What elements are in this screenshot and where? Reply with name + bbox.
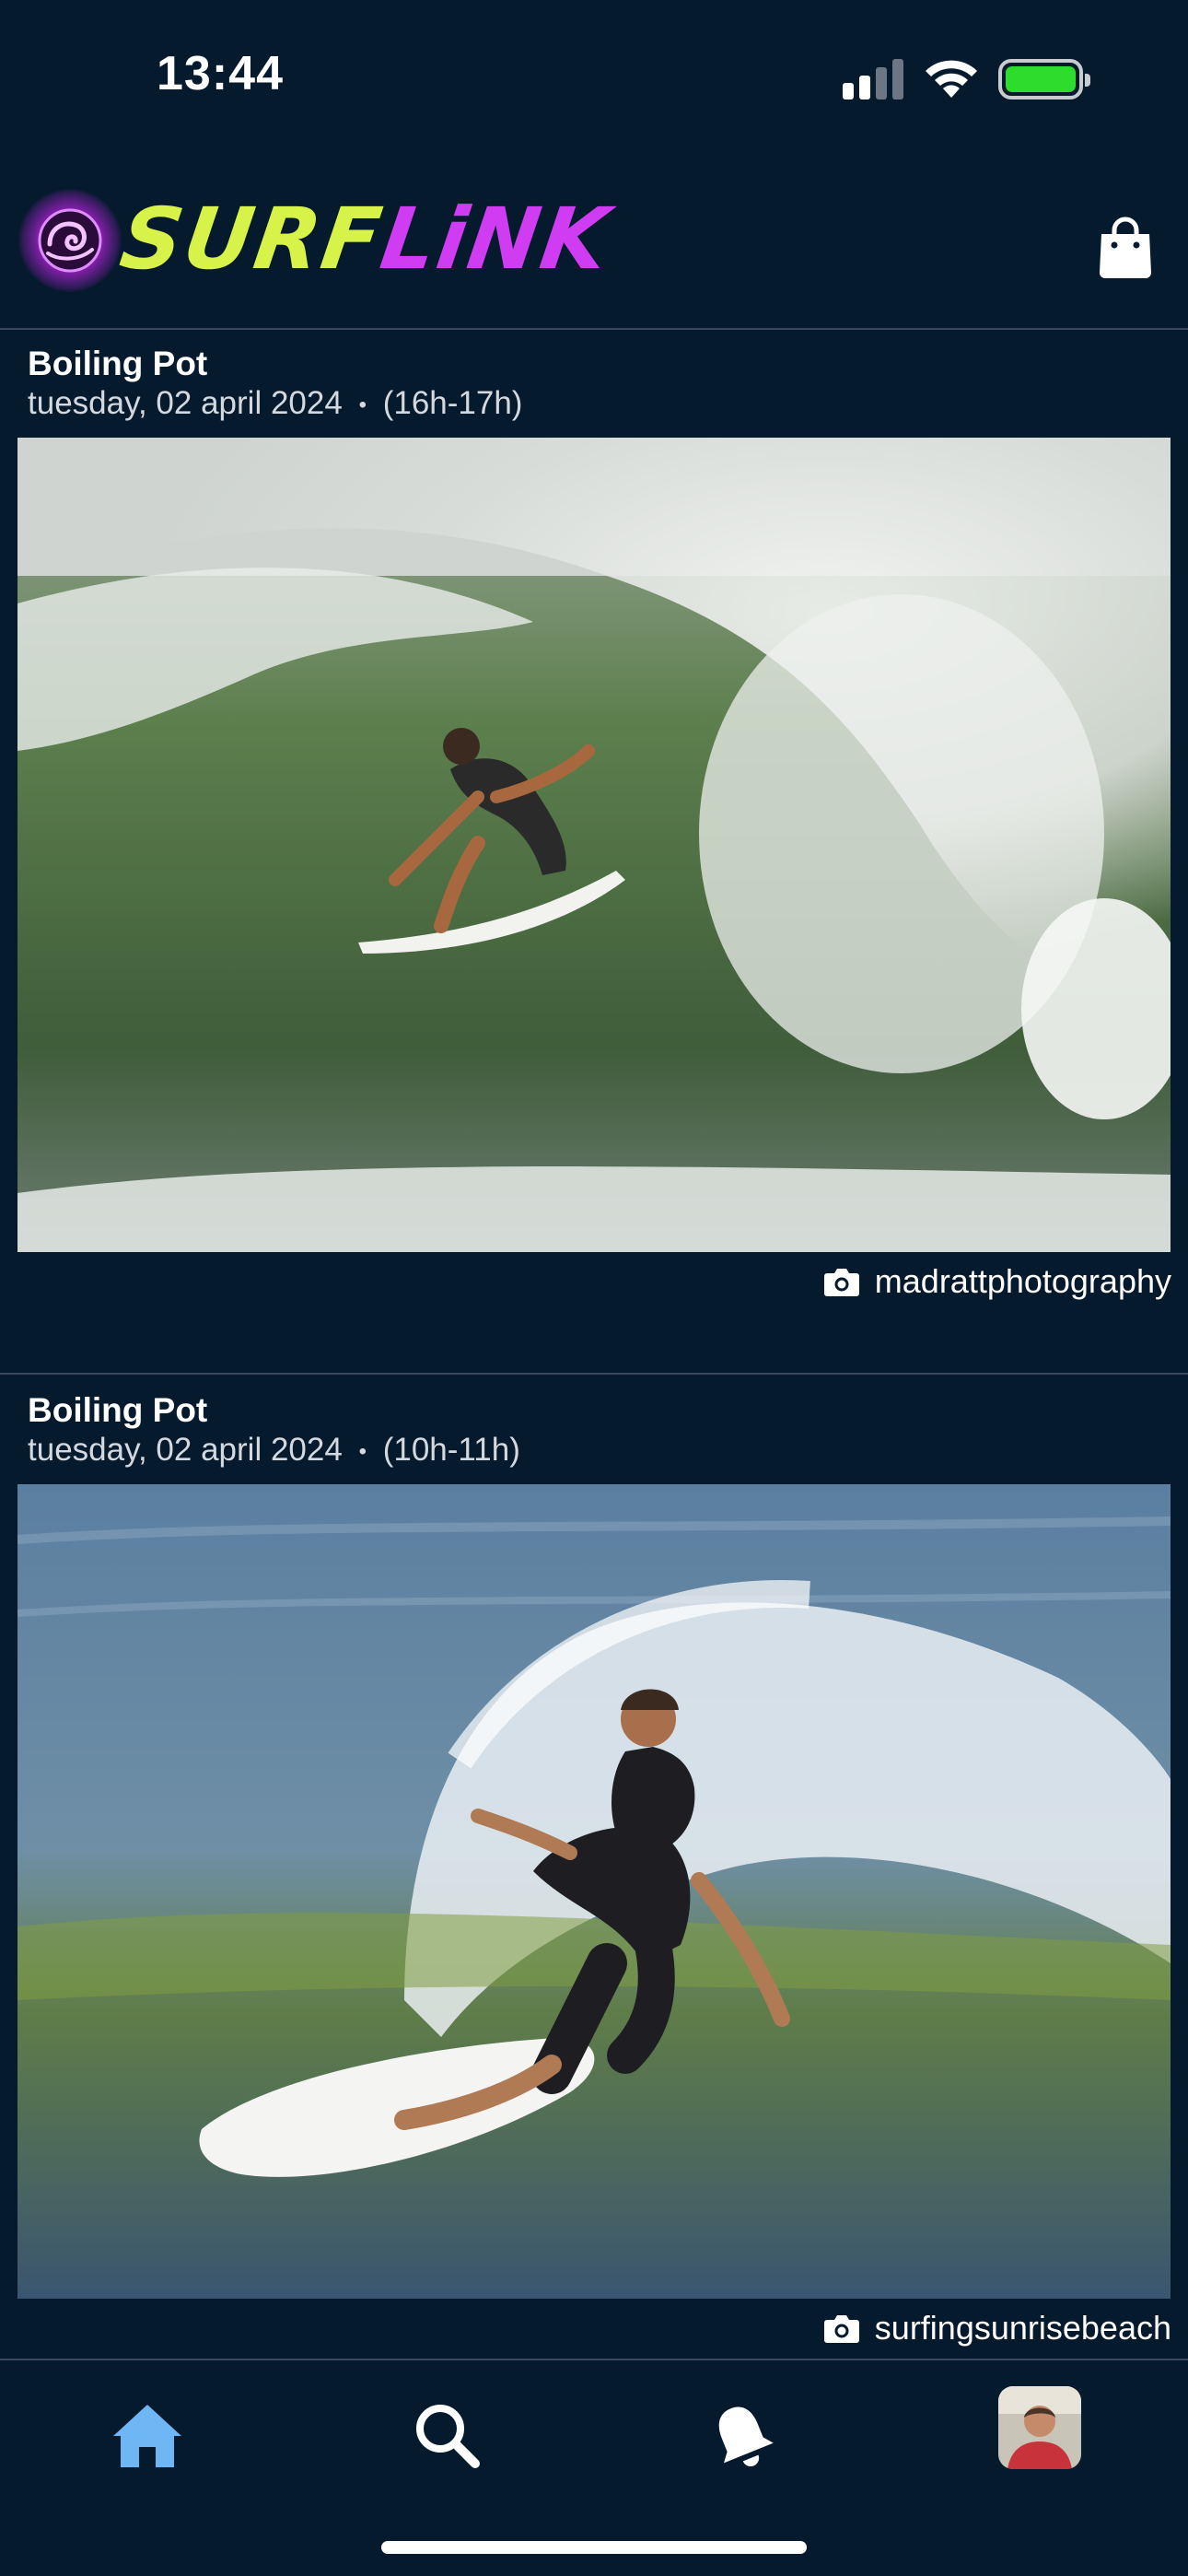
battery-icon: [998, 59, 1090, 100]
status-bar: 13:44: [0, 0, 1188, 157]
surfer-carving-photo[interactable]: [17, 1484, 1171, 2299]
app-header: SURFLiNK: [0, 166, 1188, 330]
wordmark-link: LiNK: [375, 190, 616, 288]
camera-icon: [823, 2315, 859, 2343]
separator-dot: •: [358, 392, 367, 417]
photographer-name: madrattphotography: [874, 1262, 1171, 1300]
profile-avatar[interactable]: [998, 2386, 1081, 2469]
surflink-logo-icon[interactable]: [18, 189, 122, 292]
post-date: tuesday, 02 april 2024: [28, 385, 343, 421]
post-card[interactable]: Boiling Pot tuesday, 02 april 2024 • (16…: [0, 332, 1188, 1373]
shopping-bag-icon[interactable]: [1096, 214, 1155, 280]
post-spot-name: Boiling Pot: [28, 1391, 208, 1429]
photographer-name: surfingsunrisebeach: [874, 2309, 1171, 2347]
post-divider: [0, 1373, 1188, 1375]
post-session-time: (16h-17h): [382, 385, 523, 421]
wifi-icon: [926, 60, 977, 98]
post-session-time: (10h-11h): [382, 1432, 520, 1468]
notifications-bell-icon[interactable]: [700, 2394, 783, 2476]
surflink-wordmark: SURFLiNK: [114, 190, 616, 288]
post-card[interactable]: Boiling Pot tuesday, 02 april 2024 • (10…: [0, 1378, 1188, 2359]
status-time: 13:44: [157, 47, 284, 100]
post-spot-name: Boiling Pot: [28, 345, 208, 382]
surfer-in-barrel-photo[interactable]: [17, 438, 1171, 1252]
search-icon[interactable]: [405, 2394, 488, 2476]
wordmark-surf: SURF: [114, 190, 390, 288]
separator-dot: •: [358, 1438, 367, 1464]
post-date: tuesday, 02 april 2024: [28, 1432, 343, 1468]
home-indicator: [381, 2541, 807, 2554]
post-session-info: tuesday, 02 april 2024 • (16h-17h): [28, 385, 522, 422]
photo-credit[interactable]: madrattphotography: [823, 1262, 1171, 1301]
camera-icon: [823, 1269, 859, 1296]
post-session-info: tuesday, 02 april 2024 • (10h-11h): [28, 1432, 520, 1469]
photo-credit[interactable]: surfingsunrisebeach: [823, 2309, 1171, 2348]
home-icon[interactable]: [106, 2394, 189, 2476]
cellular-signal-icon: [843, 59, 907, 100]
